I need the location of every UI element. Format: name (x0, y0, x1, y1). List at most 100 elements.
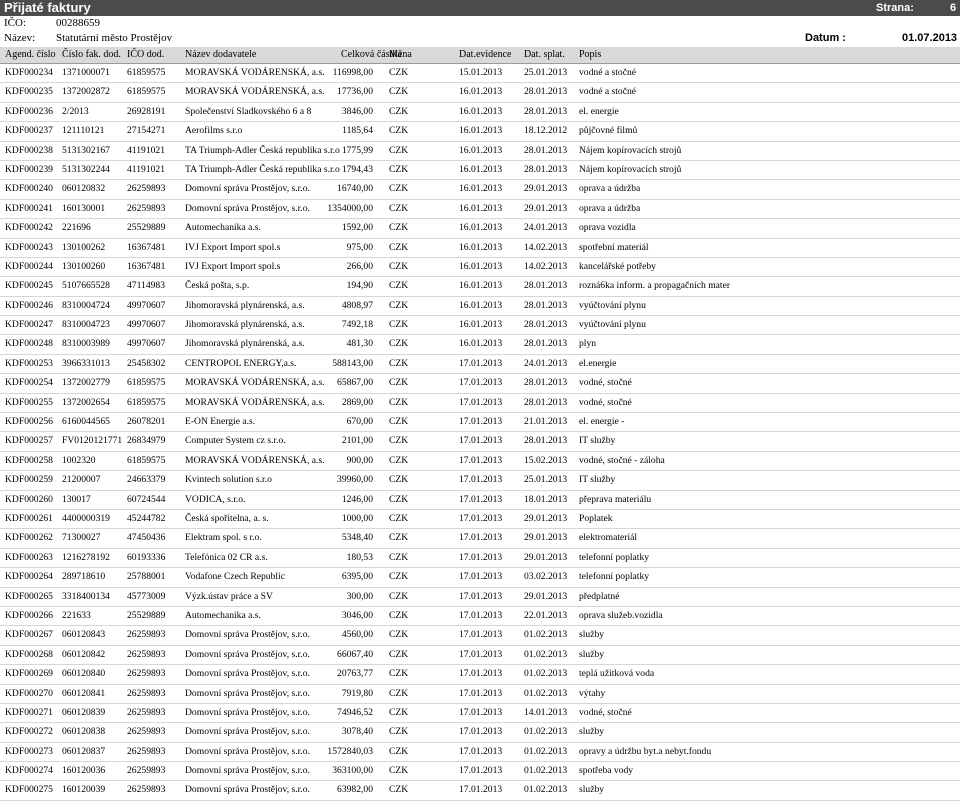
cell-invoice-number: 4400000319 (62, 512, 110, 524)
table-row: KDF000262 71300027 47450436 Elektram spol. … (0, 529, 960, 549)
cell-supplier-name: Domovní správa Prostějov, s.r.o. (185, 668, 310, 680)
cell-record-date: 17.01.2013 (459, 377, 503, 389)
cell-supplier-name: Výzk.ústav práce a SV (185, 590, 273, 602)
column-header-description: Popis (579, 49, 602, 60)
table-row: KDF000236 2/2013 26928191 Společenství Slad… (0, 103, 960, 123)
cell-invoice-number: 1216278192 (62, 551, 110, 563)
cell-invoice-number: 221696 (62, 222, 91, 234)
cell-agenda-number: KDF000245 (5, 280, 53, 292)
cell-currency: CZK (389, 241, 409, 253)
cell-agenda-number: KDF000237 (5, 125, 53, 137)
table-row: KDF000261 4400000319 45244782 Česká spořite… (0, 510, 960, 530)
cell-total-amount: 1246,00 (341, 493, 373, 505)
cell-supplier-name: Domovní správa Prostějov, s.r.o. (185, 629, 310, 641)
ico-label: IČO: (4, 17, 26, 29)
table-row: KDF000266 221633 25529889 Automechanika a.s… (0, 607, 960, 627)
cell-supplier-name: Automechanika a.s. (185, 609, 261, 621)
cell-agenda-number: KDF000271 (5, 706, 53, 718)
table-row: KDF000270 060120841 26259893 Domovní správa… (0, 685, 960, 704)
cell-supplier-id: 61859575 (127, 86, 166, 98)
cell-invoice-number: 060120840 (62, 668, 106, 680)
column-header-agenda-number: Agend. číslo (5, 49, 56, 60)
cell-supplier-id: 61859575 (127, 67, 166, 78)
table-row: KDF000269 060120840 26259893 Domovní správa… (0, 665, 960, 685)
cell-currency: CZK (389, 299, 409, 311)
cell-supplier-name: Elektram spol. s r.o. (185, 532, 262, 544)
cell-due-date: 22.01.2013 (524, 609, 568, 621)
cell-invoice-number: 1372002872 (62, 86, 110, 98)
table-row: KDF000271 060120839 26259893 Domovní správa… (0, 704, 960, 724)
cell-record-date: 17.01.2013 (459, 416, 503, 428)
cell-currency: CZK (389, 726, 409, 738)
cell-invoice-number: 060120837 (62, 745, 106, 757)
cell-record-date: 16.01.2013 (459, 280, 503, 292)
cell-invoice-number: 130017 (62, 493, 91, 505)
cell-description: vodné a stočné (579, 86, 637, 98)
table-row: KDF000254 1372002779 61859575 MORAVSKÁ VODÁ… (0, 374, 960, 394)
cell-currency: CZK (389, 183, 409, 195)
cell-invoice-number: 130100262 (62, 241, 106, 253)
cell-due-date: 24.01.2013 (524, 357, 568, 369)
cell-due-date: 28.01.2013 (524, 319, 568, 331)
cell-agenda-number: KDF000241 (5, 202, 53, 214)
cell-currency: CZK (389, 280, 409, 292)
cell-supplier-name: Domovní správa Prostějov, s.r.o. (185, 202, 310, 214)
cell-supplier-name: Vodafone Czech Republic (185, 571, 285, 583)
cell-record-date: 17.01.2013 (459, 668, 503, 680)
cell-supplier-name: E-ON Energie a.s. (185, 416, 256, 428)
cell-due-date: 21.01.2013 (524, 416, 568, 428)
cell-currency: CZK (389, 551, 409, 563)
cell-due-date: 29.01.2013 (524, 590, 568, 602)
cell-agenda-number: KDF000248 (5, 338, 53, 350)
cell-record-date: 17.01.2013 (459, 687, 503, 699)
cell-record-date: 16.01.2013 (459, 338, 503, 350)
cell-description: plyn (579, 338, 597, 350)
cell-description: oprava služeb.vozidla (579, 609, 663, 621)
cell-currency: CZK (389, 67, 409, 78)
cell-due-date: 01.02.2013 (524, 765, 568, 777)
cell-agenda-number: KDF000244 (5, 260, 53, 272)
cell-due-date: 28.01.2013 (524, 105, 568, 117)
cell-supplier-name: Domovní správa Prostějov, s.r.o. (185, 687, 310, 699)
cell-record-date: 17.01.2013 (459, 396, 503, 408)
cell-due-date: 28.01.2013 (524, 280, 568, 292)
table-row: KDF000263 1216278192 60193336 Telefónica 02… (0, 549, 960, 569)
cell-description: Nájem kopírovacích strojů (579, 163, 682, 175)
cell-supplier-id: 25529889 (127, 222, 166, 234)
cell-currency: CZK (389, 435, 409, 447)
column-header-row: Agend. číslo Číslo fak. dod. IČO dod. Ná… (0, 47, 960, 64)
cell-invoice-number: 130100260 (62, 260, 106, 272)
cell-supplier-name: MORAVSKÁ VODÁRENSKÁ, a.s. (185, 377, 325, 389)
cell-total-amount: 66067,40 (337, 648, 373, 660)
page-label: Strana: (876, 2, 914, 14)
cell-supplier-id: 25788001 (127, 571, 166, 583)
cell-supplier-name: Domovní správa Prostějov, s.r.o. (185, 706, 310, 718)
cell-due-date: 01.02.2013 (524, 784, 568, 796)
cell-supplier-name: Česká pošta, s.p. (185, 280, 250, 292)
cell-agenda-number: KDF000255 (5, 396, 53, 408)
cell-record-date: 17.01.2013 (459, 357, 503, 369)
cell-agenda-number: KDF000267 (5, 629, 53, 641)
cell-description: elektromateriál (579, 532, 638, 544)
cell-description: telefonní poplatky (579, 551, 650, 563)
cell-total-amount: 1775,99 (341, 144, 373, 156)
cell-currency: CZK (389, 609, 409, 621)
cell-supplier-id: 26259893 (127, 784, 166, 796)
cell-supplier-name: CENTROPOL ENERGY,a.s. (185, 357, 297, 369)
cell-record-date: 16.01.2013 (459, 125, 503, 137)
cell-record-date: 17.01.2013 (459, 648, 503, 660)
page-number: 6 (950, 2, 957, 14)
cell-total-amount: 670,00 (346, 416, 373, 428)
cell-supplier-name: IVJ Export Import spol.s (185, 241, 281, 253)
cell-record-date: 17.01.2013 (459, 745, 503, 757)
cell-agenda-number: KDF000242 (5, 222, 53, 234)
cell-record-date: 16.01.2013 (459, 86, 503, 98)
cell-agenda-number: KDF000263 (5, 551, 53, 563)
cell-due-date: 18.01.2013 (524, 493, 568, 505)
cell-supplier-id: 61859575 (127, 396, 166, 408)
cell-record-date: 17.01.2013 (459, 512, 503, 524)
cell-agenda-number: KDF000234 (5, 67, 53, 78)
cell-description: Poplatek (579, 512, 613, 524)
cell-record-date: 17.01.2013 (459, 609, 503, 621)
cell-due-date: 28.01.2013 (524, 396, 568, 408)
